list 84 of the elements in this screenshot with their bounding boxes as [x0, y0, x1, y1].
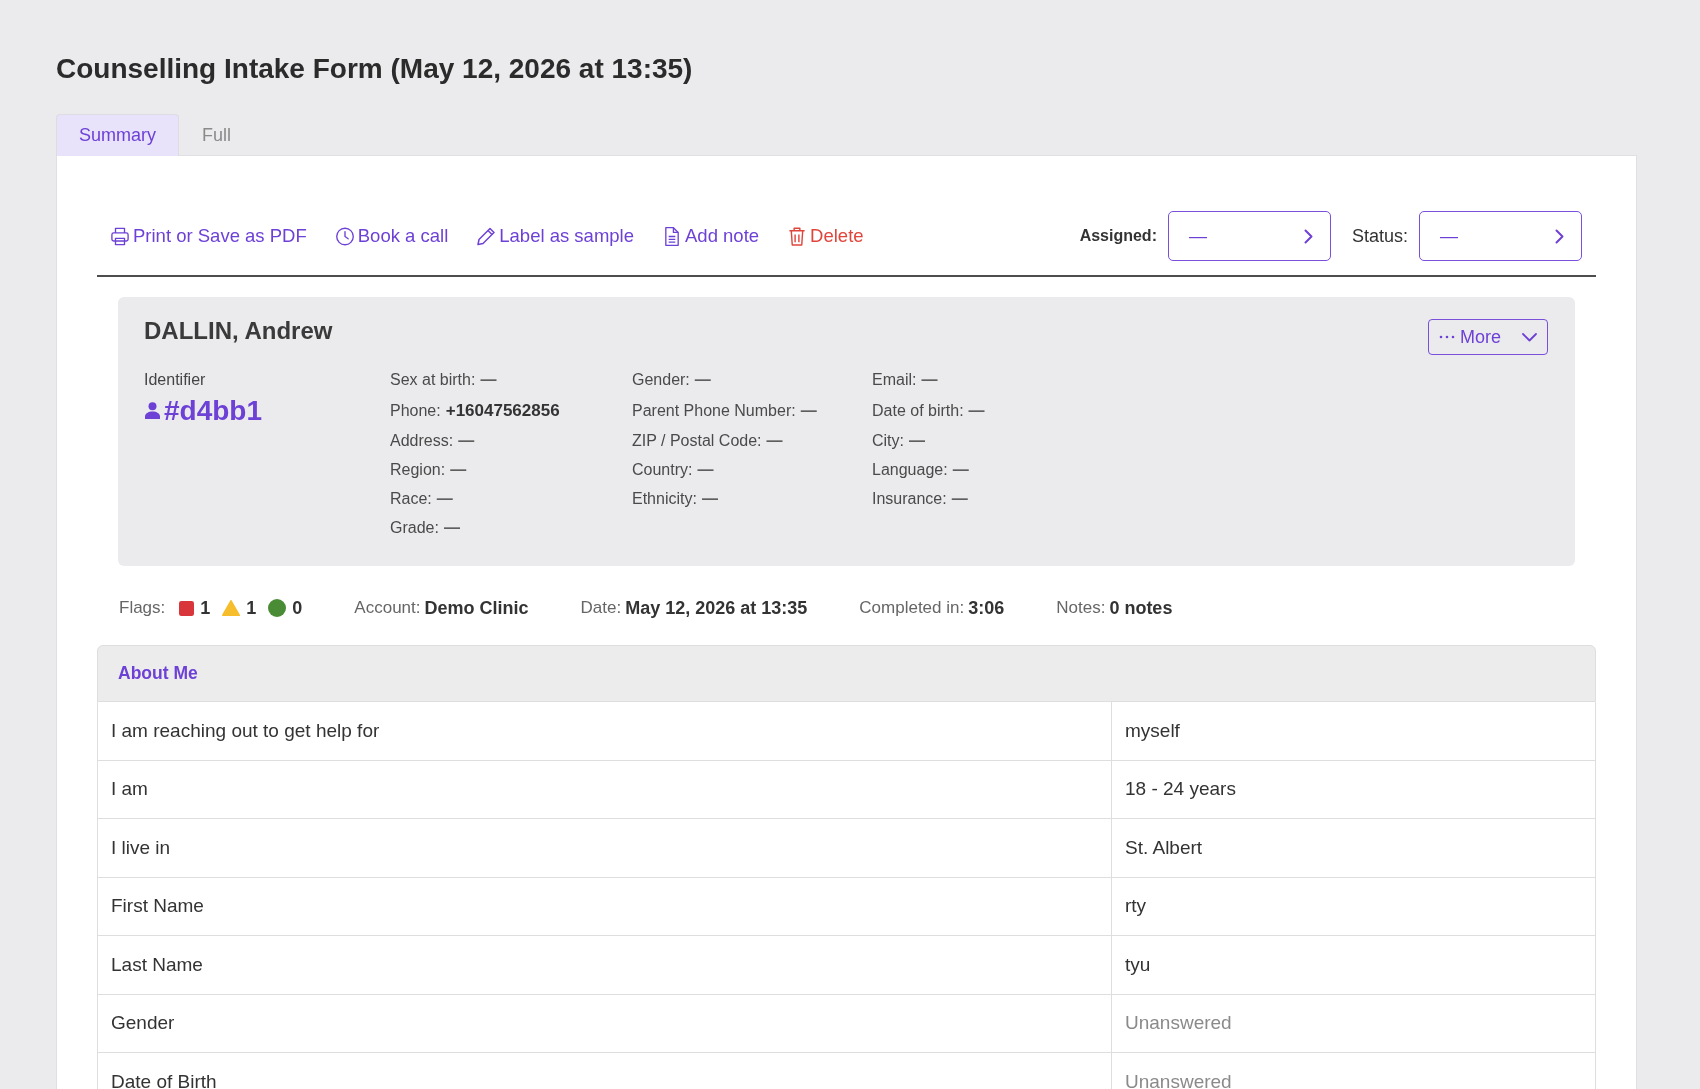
trash-icon	[788, 226, 807, 246]
info-label: Account:	[354, 598, 421, 618]
info-label: Completed in:	[859, 598, 965, 618]
field-label: City:	[872, 431, 904, 450]
answer-cell-text: 18 - 24 years	[1124, 777, 1237, 802]
field-label: Email:	[872, 370, 917, 389]
info-value: May 12, 2026 at 13:35	[625, 597, 808, 619]
field-label: Sex at birth:	[390, 370, 476, 389]
field-value: —	[800, 401, 817, 420]
field-value: —	[909, 431, 925, 450]
status-label: Status:	[1351, 225, 1408, 247]
pencil-icon	[477, 226, 496, 246]
field-value: —	[458, 431, 475, 450]
field-value: —	[694, 370, 711, 389]
ellipsis-icon	[1439, 335, 1455, 339]
question-cell: I am	[98, 760, 1112, 818]
answer-cell-text: St. Albert	[1124, 835, 1204, 860]
question-cell: I am reaching out to get help for	[98, 702, 1112, 760]
question-cell: Last Name	[98, 936, 1112, 994]
field-label: Parent Phone Number:	[632, 401, 796, 420]
identifier-link[interactable]: #d4bb1	[145, 395, 263, 426]
label-sample-button[interactable]: Label as sample	[477, 222, 634, 250]
field-value: —	[436, 489, 453, 508]
field-label: Insurance:	[872, 489, 947, 508]
status-select[interactable]: —	[1419, 211, 1582, 261]
field-label: Ethnicity:	[632, 489, 697, 508]
info-value: Demo Clinic	[424, 597, 529, 619]
info-value: 3:06	[968, 597, 1005, 619]
field-value: —	[968, 401, 985, 420]
printer-icon	[111, 226, 129, 246]
answer-cell-text: Unanswered	[1124, 1011, 1233, 1036]
document-icon	[663, 226, 681, 246]
book-call-button[interactable]: Book a call	[335, 222, 449, 250]
section-title: About Me	[118, 663, 198, 684]
field-value: —	[480, 370, 497, 389]
flags-label: Flags:	[119, 598, 166, 618]
field-label: Date of birth:	[872, 401, 964, 420]
person-icon	[145, 402, 160, 419]
answer-cell-text: tyu	[1124, 952, 1152, 977]
question-cell: I live in	[98, 819, 1112, 877]
more-button[interactable]: More	[1428, 319, 1548, 355]
field-label: Grade:	[390, 518, 439, 537]
page-title: Counselling Intake Form (May 12, 2026 at 13:35)	[56, 52, 693, 86]
print-pdf-button[interactable]: Print or Save as PDF	[111, 222, 307, 250]
assignee-select[interactable]: —	[1167, 211, 1331, 261]
flag-count: 1	[200, 597, 211, 619]
field-value: —	[951, 489, 968, 508]
identifier-label: Identifier	[144, 370, 206, 390]
field-label: Gender:	[632, 370, 690, 389]
field-value: +16047562856	[445, 400, 560, 421]
field-value: —	[697, 460, 714, 479]
field-label: Country:	[632, 460, 693, 479]
tab[interactable]: Summary	[56, 114, 179, 156]
field-label: Language:	[872, 460, 948, 479]
field-value: —	[921, 370, 938, 389]
question-cell: Date of Birth	[98, 1053, 1112, 1089]
answer-cell-text: myself	[1124, 718, 1181, 743]
info-value: 0 notes	[1109, 597, 1173, 619]
field-label: Region:	[390, 460, 446, 479]
info-label: Date:	[580, 598, 622, 618]
chevron-right-icon	[1555, 228, 1564, 244]
field-value: —	[443, 518, 460, 537]
field-value: —	[450, 460, 467, 479]
add-note-button[interactable]: Add note	[663, 222, 760, 250]
field-label: ZIP / Postal Code:	[632, 431, 762, 450]
question-cell: Gender	[98, 994, 1112, 1052]
field-value: —	[701, 489, 718, 508]
clock-icon	[335, 226, 354, 246]
answer-cell-text: Unanswered	[1124, 1069, 1233, 1089]
flag-count: 1	[246, 597, 257, 619]
chevron-down-icon	[1522, 332, 1537, 342]
field-label: Race:	[390, 489, 432, 508]
answer-cell-text: rty	[1124, 894, 1148, 919]
field-label: Address:	[390, 431, 454, 450]
flag-count: 0	[292, 597, 303, 619]
field-value: —	[766, 431, 783, 450]
delete-button[interactable]: Delete	[788, 222, 864, 250]
assigned-label: Assigned:	[1079, 227, 1157, 245]
question-cell: First Name	[98, 877, 1112, 935]
info-label: Notes:	[1056, 598, 1106, 618]
field-value: —	[952, 460, 969, 479]
chevron-right-icon	[1303, 228, 1313, 244]
field-label: Phone:	[390, 401, 441, 420]
patient-name: DALLIN, Andrew	[144, 317, 333, 345]
